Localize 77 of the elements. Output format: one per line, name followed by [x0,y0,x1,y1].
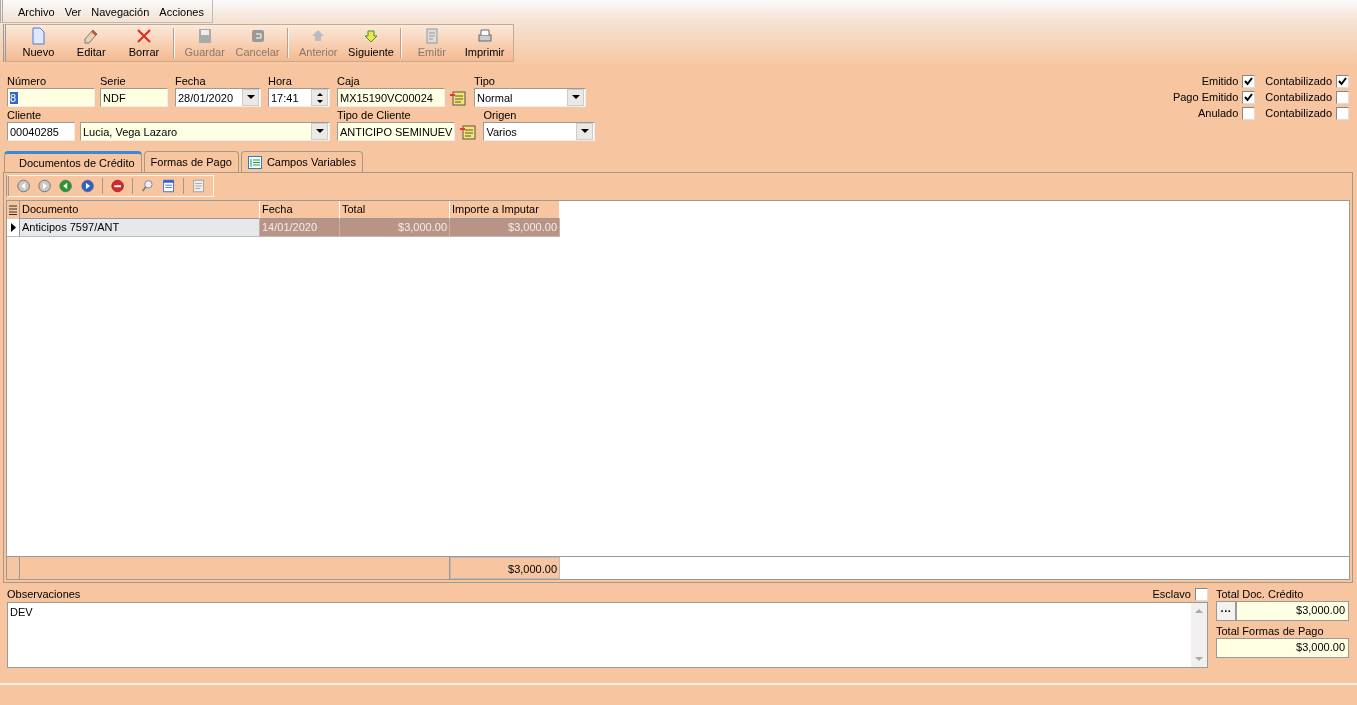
table-cell: $3,000.00 [340,219,450,237]
field-label: Total Formas de Pago [1216,625,1324,637]
input-field[interactable]: NDF [100,88,168,107]
navigation-icon[interactable] [17,178,31,194]
checkbox[interactable] [1242,74,1256,88]
checkbox-label: Esclavo [1152,587,1191,601]
total-field: $3,000.00 [1216,638,1349,658]
toolbar-button[interactable]: Siguiente [344,25,398,61]
field-label: Fecha [175,74,207,88]
column-header[interactable]: Documento [20,201,260,219]
field-label: Número [7,74,48,88]
input-field[interactable]: 28/01/2020 [175,88,261,107]
flag-label: Anulado [1197,106,1239,120]
checkbox[interactable] [1336,74,1349,88]
printer-icon [475,27,494,45]
total-field: $3,000.00 [1236,601,1349,621]
ellipsis-button[interactable]: ··· [1216,601,1236,621]
field-label: Observaciones [7,587,81,601]
field-label: Tipo de Cliente [337,108,412,122]
checkbox[interactable] [1242,90,1256,104]
field-label: Origen [483,108,518,122]
toolbar-button[interactable]: Imprimir [458,25,511,61]
menu-item[interactable]: Acciones [159,5,204,19]
close-icon [135,27,153,45]
footer-total: $3,000.00 [450,557,560,579]
table-cell: $3,000.00 [450,219,560,237]
menu-item[interactable]: Archivo [18,5,55,19]
menu-item[interactable]: Navegación [91,5,150,19]
current-row-icon [10,223,16,232]
lookup-icon[interactable] [450,89,466,106]
flag-label: Contabilizado [1265,106,1332,120]
field-label: Cliente [7,108,43,122]
flag-label: Contabilizado [1265,74,1332,88]
new-document-icon [29,27,48,45]
input-field[interactable]: ANTICIPO SEMINUEV [337,122,456,141]
tab[interactable]: Documentos de Crédito [4,151,142,172]
menu-item[interactable]: Ver [64,5,82,19]
input-field[interactable]: 17:41 [268,88,330,107]
toolbar-button[interactable]: Borrar [117,25,171,61]
input-field[interactable]: Varios [483,122,596,141]
input-field[interactable]: 8 [7,88,95,107]
checkbox[interactable] [1336,106,1349,120]
navigation-icon[interactable] [80,178,94,194]
column-chooser-icon[interactable] [9,205,17,215]
toolbar-button[interactable]: Nuevo [12,25,65,61]
flag-label: Pago Emitido [1172,90,1239,104]
table-cell: 14/01/2020 [260,219,340,237]
table-icon [247,155,262,169]
column-header[interactable]: Total [340,201,450,219]
form-icon[interactable] [161,178,175,194]
input-field[interactable]: Normal [474,88,586,107]
field-label: Total Doc. Crédito [1216,588,1304,600]
text-area[interactable]: DEV [7,602,1208,668]
table-cell: Anticipos 7597/ANT [20,219,260,237]
spinner-arrows-icon[interactable] [311,89,328,106]
column-header[interactable]: Fecha [260,201,340,219]
input-field[interactable]: Lucia, Vega Lazaro [80,122,330,141]
flag-label: Emitido [1201,74,1239,88]
navigation-icon[interactable] [59,178,73,194]
navigation-icon[interactable] [38,178,52,194]
input-field[interactable]: 00040285 [7,122,75,141]
lookup-icon[interactable] [460,123,477,140]
checkbox[interactable] [1195,587,1208,601]
tab[interactable]: Campos Variables [240,151,363,172]
tab[interactable]: Formas de Pago [143,151,239,172]
field-label: Serie [100,74,127,88]
checkbox[interactable] [1242,106,1256,120]
search-icon[interactable] [140,178,154,194]
flag-label: Contabilizado [1265,90,1332,104]
field-label: Hora [268,74,293,88]
delete-icon[interactable] [110,178,124,194]
field-label: Caja [337,74,361,88]
field-label: Tipo [474,74,496,88]
input-field[interactable]: MX15190VC00024 [337,88,445,107]
checkbox[interactable] [1336,90,1349,104]
column-header[interactable]: Importe a Imputar [450,201,560,219]
toolbar-button[interactable]: Editar [64,25,118,61]
